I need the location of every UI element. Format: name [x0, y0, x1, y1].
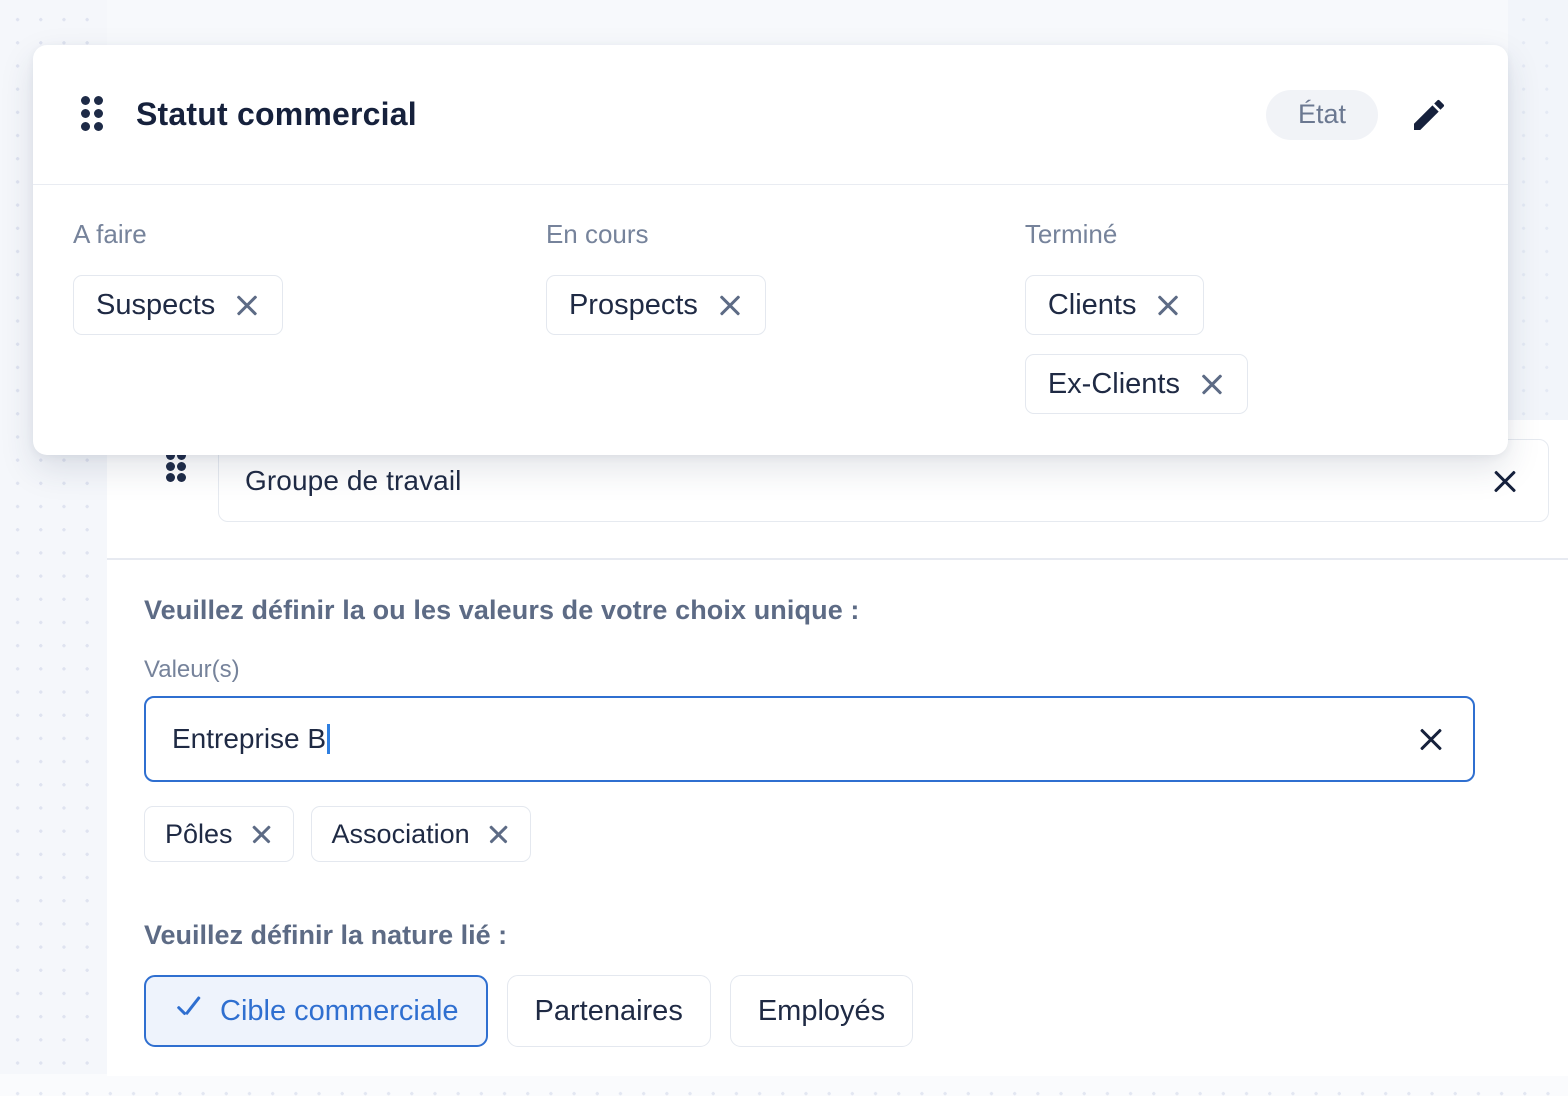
- card-title: Statut commercial: [136, 96, 417, 132]
- column-termine: Terminé Clients Ex-Clients: [1024, 219, 1462, 414]
- nature-option-partenaires[interactable]: Partenaires: [506, 975, 711, 1047]
- values-section-title: Veuillez définir la ou les valeurs de vo…: [144, 595, 860, 625]
- card-body: A faire Suspects En cours Prospects Term…: [33, 185, 1508, 414]
- column-header: En cours: [545, 219, 649, 249]
- values-chip-list: Pôles Association: [144, 806, 1564, 862]
- section-divider: [107, 558, 1568, 560]
- chip-label: Pôles: [165, 818, 233, 849]
- values-input[interactable]: Entreprise B: [144, 696, 1475, 782]
- chip-label: Association: [331, 818, 470, 849]
- page-root: Groupe de travail Veuillez définir la ou…: [0, 0, 1568, 1096]
- nature-option-label: Partenaires: [534, 994, 683, 1027]
- close-icon[interactable]: [487, 823, 510, 846]
- close-icon[interactable]: [250, 823, 273, 846]
- pencil-edit-icon[interactable]: [1406, 92, 1452, 138]
- chip-prospects[interactable]: Prospects: [545, 275, 766, 335]
- check-icon: [173, 996, 203, 1026]
- background-dot-pattern-right: [1508, 0, 1568, 462]
- close-icon[interactable]: [234, 292, 260, 318]
- chip-poles[interactable]: Pôles: [144, 806, 294, 862]
- chip-suspects[interactable]: Suspects: [73, 275, 284, 335]
- column-chip-list: Prospects: [545, 275, 1025, 335]
- values-field-label: Valeur(s): [144, 656, 240, 683]
- form-area: Groupe de travail Veuillez définir la ou…: [107, 420, 1568, 1076]
- chip-label: Clients: [1047, 288, 1137, 321]
- nature-option-group: Cible commerciale Partenaires Employés: [144, 975, 1564, 1047]
- chip-label: Prospects: [568, 288, 698, 321]
- chip-clients[interactable]: Clients: [1024, 275, 1205, 335]
- text-caret: [327, 724, 331, 754]
- chip-label: Suspects: [96, 288, 216, 321]
- nature-option-label: Employés: [757, 994, 886, 1027]
- column-chip-list: Clients Ex-Clients: [1024, 275, 1462, 414]
- group-de-travail-label: Groupe de travail: [245, 464, 462, 496]
- close-icon[interactable]: [1415, 723, 1447, 755]
- close-icon[interactable]: [1199, 371, 1225, 397]
- values-input-text-wrap: Entreprise B: [172, 723, 1415, 755]
- column-en-cours: En cours Prospects: [545, 219, 1025, 414]
- column-header: A faire: [73, 219, 147, 249]
- close-icon[interactable]: [1488, 464, 1522, 498]
- background-dot-pattern-bottom: [0, 1074, 1568, 1096]
- chip-association[interactable]: Association: [310, 806, 531, 862]
- column-header: Terminé: [1024, 219, 1118, 249]
- nature-option-cible-commerciale[interactable]: Cible commerciale: [144, 975, 488, 1047]
- status-badge[interactable]: État: [1266, 89, 1378, 140]
- chip-ex-clients[interactable]: Ex-Clients: [1024, 354, 1248, 414]
- close-icon[interactable]: [1155, 292, 1181, 318]
- column-chip-list: Suspects: [73, 275, 546, 335]
- nature-option-employes[interactable]: Employés: [729, 975, 914, 1047]
- drag-handle-icon[interactable]: [79, 95, 107, 135]
- close-icon[interactable]: [717, 292, 743, 318]
- column-a-faire: A faire Suspects: [73, 219, 546, 414]
- statut-commercial-card: Statut commercial État A faire Suspects: [33, 45, 1508, 455]
- nature-option-label: Cible commerciale: [220, 994, 459, 1027]
- values-section: Veuillez définir la ou les valeurs de vo…: [144, 595, 1564, 1047]
- card-header: Statut commercial État: [33, 45, 1508, 185]
- values-input-value: Entreprise B: [172, 723, 327, 754]
- chip-label: Ex-Clients: [1047, 367, 1180, 400]
- nature-section-title: Veuillez définir la nature lié :: [144, 920, 508, 950]
